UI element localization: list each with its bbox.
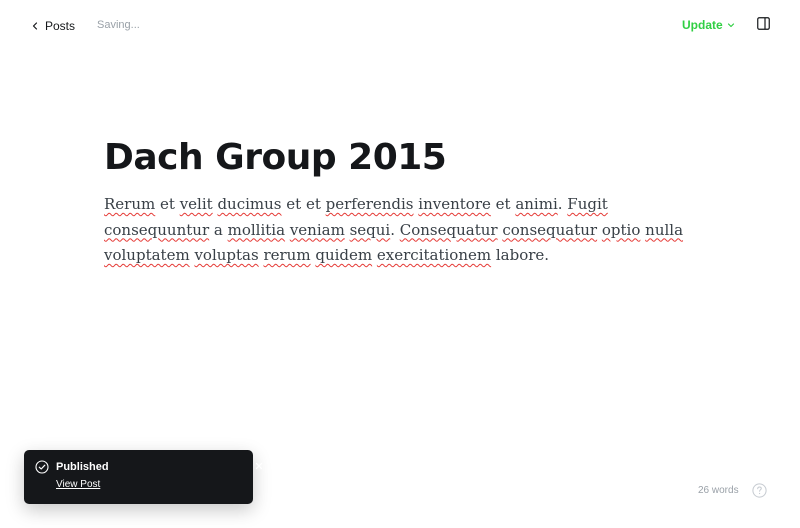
- close-icon[interactable]: [253, 460, 265, 472]
- post-body[interactable]: Rerum et velit ducimus et et perferendis…: [104, 192, 704, 269]
- spellcheck-word: Fugit: [567, 195, 608, 213]
- save-status: Saving...: [97, 19, 140, 31]
- spellcheck-word: velit: [179, 195, 213, 213]
- post-editor[interactable]: Dach Group 2015 Rerum et velit ducimus e…: [104, 134, 704, 269]
- spellcheck-word: sequi: [349, 220, 391, 239]
- toast-title: Published: [56, 461, 109, 473]
- spellcheck-word: exercitationem: [376, 246, 492, 264]
- spellcheck-word: perferendis: [325, 195, 414, 213]
- spellcheck-word: nulla: [645, 220, 684, 239]
- help-circle-icon[interactable]: [752, 483, 767, 498]
- post-title[interactable]: Dach Group 2015: [104, 134, 704, 182]
- published-toast: Published View Post: [24, 450, 263, 504]
- view-post-link[interactable]: View Post: [56, 479, 100, 490]
- body-text: a: [209, 220, 228, 239]
- spellcheck-word: voluptatem: [104, 246, 190, 264]
- spellcheck-word: mollitia: [227, 220, 286, 239]
- body-text: et: [490, 195, 516, 213]
- spellcheck-word: Rerum: [104, 195, 156, 213]
- back-link-label: Posts: [45, 19, 76, 33]
- spellcheck-word: Consequatur: [399, 220, 498, 239]
- spellcheck-word: rerum: [263, 246, 311, 264]
- spellcheck-word: consequatur: [502, 220, 598, 239]
- body-text: .: [557, 195, 568, 213]
- body-text: labore.: [491, 246, 550, 264]
- body-text: .: [390, 220, 400, 239]
- body-text: et et: [281, 195, 326, 213]
- body-text: et: [155, 195, 180, 213]
- update-label: Update: [682, 18, 723, 32]
- spellcheck-word: animi: [515, 195, 558, 213]
- check-circle-icon: [35, 460, 49, 474]
- spellcheck-word: ducimus: [217, 195, 282, 213]
- editor-header: Posts Saving... Update: [0, 0, 800, 52]
- spellcheck-word: consequuntur: [104, 220, 210, 239]
- spellcheck-word: voluptas: [194, 246, 259, 264]
- back-to-posts-link[interactable]: Posts: [31, 16, 75, 36]
- spellcheck-word: inventore: [418, 195, 491, 213]
- spellcheck-word: optio: [601, 220, 641, 239]
- chevron-down-icon: [727, 21, 735, 29]
- update-button[interactable]: Update: [682, 18, 735, 32]
- word-count: 26 words: [698, 485, 739, 496]
- chevron-left-icon: [31, 22, 39, 30]
- sidebar-toggle-icon[interactable]: [757, 17, 770, 30]
- spellcheck-word: quidem: [315, 246, 373, 264]
- spellcheck-word: veniam: [289, 220, 345, 239]
